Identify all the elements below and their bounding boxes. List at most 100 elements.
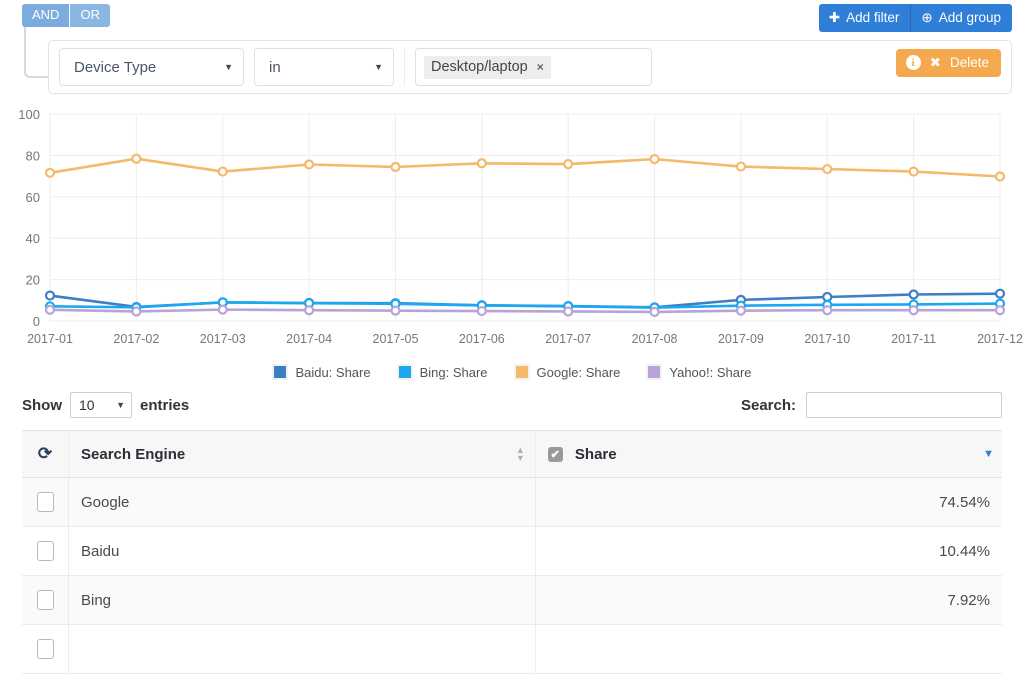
search-input[interactable] [806, 392, 1002, 418]
series-point [217, 166, 228, 177]
x-axis-tick-label: 2017-07 [545, 332, 591, 346]
x-axis-tick-label: 2017-04 [286, 332, 332, 346]
entries-label: entries [140, 396, 190, 414]
x-axis-tick-label: 2017-09 [718, 332, 764, 346]
plus-icon: ✚ [828, 9, 841, 25]
y-axis-tick-label: 0 [33, 314, 40, 329]
x-axis-tick-label: 2017-06 [459, 332, 505, 346]
filter-value-token-label: Desktop/laptop [431, 58, 528, 75]
row-select-cell[interactable] [22, 477, 69, 527]
add-group-button[interactable]: ⊕ Add group [911, 4, 1012, 32]
legend-label: Google: Share [536, 364, 621, 380]
refresh-icon[interactable]: ⟳ [38, 444, 52, 464]
logic-and-button[interactable]: AND [22, 4, 71, 27]
series-point [44, 167, 56, 178]
filter-field-value: Device Type [74, 58, 157, 76]
filter-row: Device Type ▼ in ▼ Desktop/laptop × i ✖ … [49, 41, 1011, 93]
table-controls: Show 10 ▼ entries Search: [22, 386, 1002, 430]
table-header-row: ⟳ Search Engine ▲ ▼ ✔ Share ▼ [22, 430, 1002, 478]
add-filter-button[interactable]: ✚ Add filter [818, 4, 912, 32]
cell-share: 10.44% [535, 526, 1002, 576]
table-head: ⟳ Search Engine ▲ ▼ ✔ Share ▼ [22, 430, 1002, 478]
table-row[interactable] [22, 624, 1002, 674]
remove-token-icon[interactable]: × [537, 60, 544, 74]
select-all-checkbox[interactable]: ✔ [547, 447, 563, 463]
series-point [131, 153, 142, 164]
results-table: ⟳ Search Engine ▲ ▼ ✔ Share ▼ Google 74.5… [22, 430, 1002, 674]
series-point [217, 304, 228, 315]
x-axis-tick-label: 2017-11 [891, 332, 936, 346]
series-line [48, 301, 1002, 309]
series-point [131, 306, 142, 317]
column-menu-icon[interactable]: ▼ [983, 448, 994, 460]
sort-desc-icon: ▼ [515, 453, 525, 463]
series-point [303, 305, 315, 316]
table-row[interactable]: Baidu 10.44% [22, 526, 1002, 576]
x-axis-tick-label: 2017-01 [27, 332, 73, 346]
legend-swatch-icon [272, 364, 289, 380]
chevron-down-icon: ▼ [224, 62, 233, 72]
x-axis-tick-label: 2017-03 [200, 332, 246, 346]
row-select-cell[interactable] [22, 575, 69, 625]
legend-label: Baidu: Share [295, 364, 371, 380]
filter-actions: ✚ Add filter ⊕ Add group [818, 4, 1012, 32]
series-point [563, 158, 574, 170]
row-checkbox[interactable] [36, 590, 54, 610]
cell-share: 74.54% [535, 477, 1002, 527]
filter-field-select[interactable]: Device Type ▼ [59, 48, 244, 86]
series-point [908, 289, 919, 300]
series-point [908, 305, 919, 316]
row-checkbox[interactable] [36, 541, 54, 561]
row-select-cell[interactable] [22, 624, 69, 674]
sort-toggle-icon[interactable]: ▲ ▼ [515, 446, 525, 463]
y-axis-tick-label: 80 [26, 148, 40, 163]
row-checkbox[interactable] [36, 639, 54, 659]
circle-plus-icon: ⊕ [921, 9, 933, 25]
column-header-search-engine[interactable]: Search Engine ▲ ▼ [68, 430, 536, 478]
page-length-value: 10 [79, 397, 95, 413]
cell-search-engine [68, 624, 536, 674]
table-search: Search: [741, 392, 1002, 418]
series-line [48, 308, 1002, 314]
filter-operator-value: in [269, 58, 281, 76]
legend-item[interactable]: Google: Share [513, 364, 621, 380]
chevron-down-icon: ▼ [374, 62, 383, 72]
page-length-control: Show 10 ▼ entries [22, 392, 189, 418]
legend-swatch-icon [646, 364, 663, 380]
series-point [994, 171, 1006, 182]
filter-value-input[interactable]: Desktop/laptop × [415, 48, 652, 86]
row-checkbox[interactable] [36, 492, 54, 512]
logic-or-button[interactable]: OR [70, 4, 110, 27]
series-point [563, 306, 574, 317]
x-axis-tick-label: 2017-08 [632, 332, 678, 346]
series-point [822, 163, 833, 175]
series-point [476, 158, 487, 169]
logic-toggle-group: AND OR [22, 4, 110, 27]
cell-search-engine: Baidu [68, 526, 536, 576]
legend-item[interactable]: Yahoo!: Share [646, 364, 752, 380]
chart-legend: Baidu: Share Bing: Share Google: Share Yaho… [0, 364, 1024, 380]
legend-item[interactable]: Baidu: Share [272, 364, 371, 380]
cell-share: 7.92% [535, 575, 1002, 625]
series-point [390, 161, 401, 173]
series-point [476, 305, 487, 317]
series-point [735, 161, 747, 172]
series-point [303, 159, 315, 170]
row-select-cell[interactable] [22, 526, 69, 576]
y-axis-tick-label: 20 [26, 273, 40, 288]
refresh-column-header[interactable]: ⟳ [22, 430, 69, 478]
search-label: Search: [740, 396, 796, 414]
filter-operator-select[interactable]: in ▼ [254, 48, 394, 86]
table-row[interactable]: Google 74.54% [22, 477, 1002, 527]
table-body: Google 74.54% Baidu 10.44% Bing 7.92% [22, 477, 1002, 674]
legend-item[interactable]: Bing: Share [396, 364, 488, 380]
table-row[interactable]: Bing 7.92% [22, 575, 1002, 625]
series-point [994, 305, 1006, 316]
cell-share [535, 624, 1002, 674]
delete-filter-button[interactable]: i ✖ Delete [895, 49, 1001, 77]
column-header-share[interactable]: ✔ Share ▼ [535, 430, 1002, 478]
series-line [48, 157, 1002, 178]
page-length-select[interactable]: 10 ▼ [70, 392, 132, 418]
x-axis-tick-label: 2017-12 [977, 332, 1023, 346]
show-label: Show [22, 396, 62, 414]
